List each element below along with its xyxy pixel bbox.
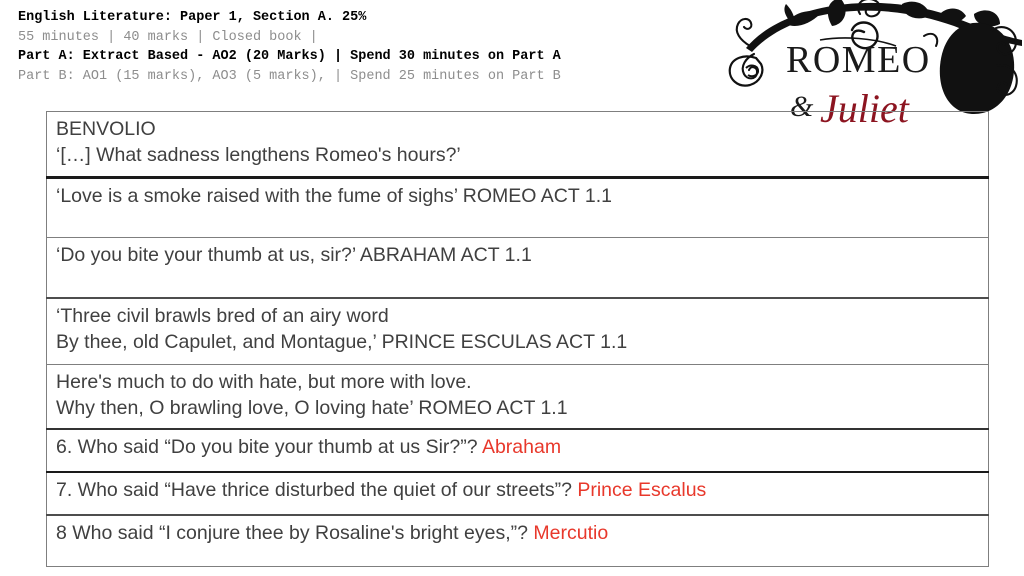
cell-question-8: 8 Who said “I conjure thee by Rosaline's… — [46, 514, 989, 567]
exam-info-header: English Literature: Paper 1, Section A. … — [18, 8, 778, 86]
table-row: 7. Who said “Have thrice disturbed the q… — [46, 471, 989, 516]
question-6-text: 6. Who said “Do you bite your thumb at u… — [56, 436, 482, 458]
header-line-timing-info: 55 minutes | 40 marks | Closed book | — [18, 29, 318, 45]
question-6-line: 6. Who said “Do you bite your thumb at u… — [56, 434, 980, 460]
cell-question-6: 6. Who said “Do you bite your thumb at u… — [46, 428, 989, 473]
cell-three-civil-brawls-quote: ‘Three civil brawls bred of an airy word… — [46, 297, 989, 365]
quote-text: ‘[…] What sadness lengthens Romeo's hour… — [56, 144, 461, 166]
quotes-and-questions-table: BENVOLIO ‘[…] What sadness lengthens Rom… — [46, 111, 989, 567]
cell-love-is-a-smoke-quote: ‘Love is a smoke raised with the fume of… — [46, 177, 989, 238]
question-8-line: 8 Who said “I conjure thee by Rosaline's… — [56, 520, 980, 546]
quote-text-line-2: By thee, old Capulet, and Montague,’ PRI… — [56, 331, 628, 353]
speaker-name: BENVOLIO — [56, 118, 156, 140]
table-row: 8 Who said “I conjure thee by Rosaline's… — [46, 514, 989, 567]
question-8-text: 8 Who said “I conjure thee by Rosaline's… — [56, 522, 534, 544]
table-row: ‘Three civil brawls bred of an airy word… — [46, 297, 989, 365]
question-7-answer: Prince Escalus — [577, 479, 707, 501]
quote-text: ‘Do you bite your thumb at us, sir?’ ABR… — [56, 244, 532, 266]
question-7-line: 7. Who said “Have thrice disturbed the q… — [56, 477, 980, 503]
table-row: BENVOLIO ‘[…] What sadness lengthens Rom… — [46, 111, 989, 179]
quote-text-line-1: Here's much to do with hate, but more wi… — [56, 371, 472, 393]
question-8-answer: Mercutio — [533, 522, 609, 544]
header-line-paper-info: English Literature: Paper 1, Section A. … — [18, 10, 367, 25]
table-row: ‘Do you bite your thumb at us, sir?’ ABR… — [46, 237, 989, 299]
quote-text: ‘Love is a smoke raised with the fume of… — [56, 185, 612, 207]
cell-benvolio-quote: BENVOLIO ‘[…] What sadness lengthens Rom… — [46, 111, 989, 179]
quote-text-line-1: ‘Three civil brawls bred of an airy word — [56, 305, 389, 327]
table-row: ‘Love is a smoke raised with the fume of… — [46, 177, 989, 238]
header-line-part-b: Part B: AO1 (15 marks), AO3 (5 marks), |… — [18, 68, 561, 84]
question-6-answer: Abraham — [481, 436, 562, 458]
cell-hate-love-quote: Here's much to do with hate, but more wi… — [46, 364, 989, 430]
quote-text-line-2: Why then, O brawling love, O loving hate… — [56, 397, 568, 419]
table-row: 6. Who said “Do you bite your thumb at u… — [46, 428, 989, 473]
cell-bite-thumb-quote: ‘Do you bite your thumb at us, sir?’ ABR… — [46, 237, 989, 299]
table-row: Here's much to do with hate, but more wi… — [46, 364, 989, 430]
logo-title-main: ROMEO — [786, 39, 931, 81]
header-line-part-a: Part A: Extract Based - AO2 (20 Marks) |… — [18, 49, 561, 64]
cell-question-7: 7. Who said “Have thrice disturbed the q… — [46, 471, 989, 516]
question-7-text: 7. Who said “Have thrice disturbed the q… — [56, 479, 578, 501]
